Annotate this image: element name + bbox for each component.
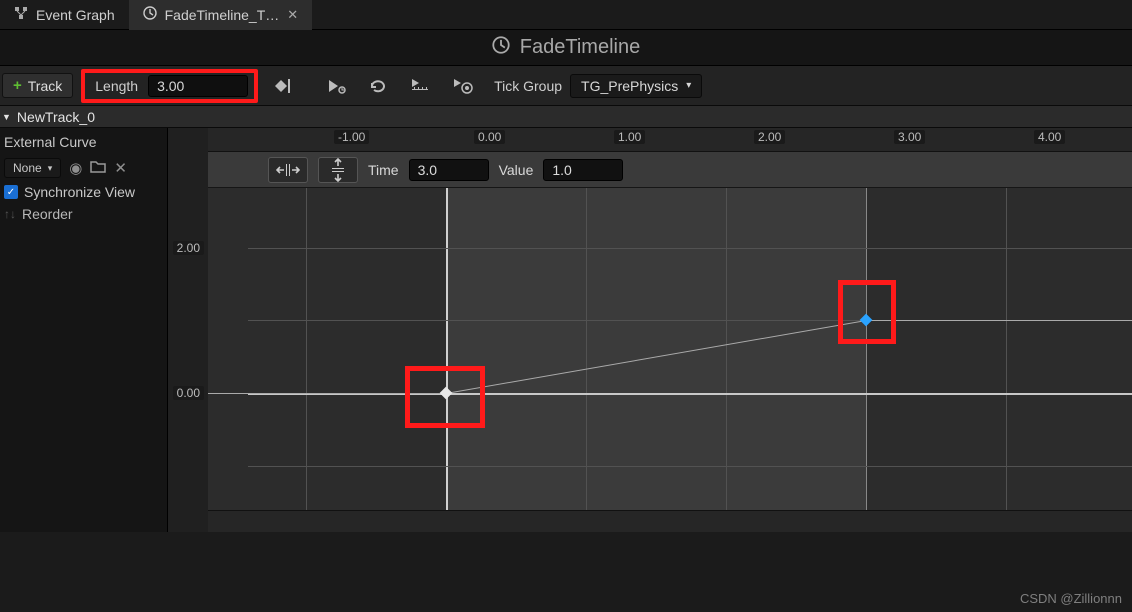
loop-button[interactable] <box>362 73 396 99</box>
tab-timeline[interactable]: FadeTimeline_T… ✕ <box>129 0 313 30</box>
value-input[interactable] <box>543 159 623 181</box>
fit-horizontal-button[interactable] <box>268 157 308 183</box>
track-header[interactable]: ▼ NewTrack_0 <box>0 106 1132 128</box>
watermark: CSDN @Zillionnn <box>1020 591 1122 606</box>
tab-bar: Event Graph FadeTimeline_T… ✕ <box>0 0 1132 30</box>
reorder-arrows-icon: ↑↓ <box>4 207 16 221</box>
close-icon[interactable]: ✕ <box>287 7 298 23</box>
value-label: Value <box>499 162 534 178</box>
toolbar: + Track Length Tick Group TG_PrePhysics … <box>0 66 1132 106</box>
length-input[interactable] <box>148 75 248 97</box>
y-tick: 2.00 <box>173 241 204 255</box>
sync-label: Synchronize View <box>24 184 135 200</box>
autoplay-button[interactable] <box>320 73 354 99</box>
add-track-button[interactable]: + Track <box>2 73 73 98</box>
ignore-time-dilation-button[interactable] <box>446 73 480 99</box>
main-area: External Curve None ▾ ◉ ✕ ✓ Synchronize … <box>0 128 1132 532</box>
curve-plot[interactable]: 2.00 0.00 <box>168 188 1132 532</box>
time-tick: 2.00 <box>754 130 785 144</box>
time-ruler[interactable]: -1.00 0.00 1.00 2.00 3.00 4.00 <box>208 128 1132 152</box>
external-curve-dropdown[interactable]: None ▾ <box>4 158 61 178</box>
synchronize-view-checkbox[interactable]: ✓ Synchronize View <box>4 184 163 200</box>
track-label: Track <box>28 78 62 94</box>
clock-icon <box>143 6 157 23</box>
external-curve-label: External Curve <box>4 132 163 152</box>
highlight-box <box>405 366 485 428</box>
chevron-down-icon: ▾ <box>48 163 53 174</box>
tick-group-label: Tick Group <box>494 78 562 94</box>
time-tick: 4.00 <box>1034 130 1065 144</box>
y-axis: 2.00 0.00 <box>168 188 208 532</box>
tab-label: Event Graph <box>36 7 115 23</box>
time-tick: 0.00 <box>474 130 505 144</box>
plot-footer-strip <box>208 510 1132 532</box>
length-group: Length <box>81 69 258 103</box>
use-icon[interactable]: ◉ <box>69 159 82 177</box>
reorder-label: Reorder <box>22 206 73 222</box>
track-name: NewTrack_0 <box>17 109 95 125</box>
tick-group-value: TG_PrePhysics <box>581 78 678 94</box>
chevron-down-icon: ▾ <box>686 80 691 91</box>
tab-label: FadeTimeline_T… <box>165 7 280 23</box>
time-label: Time <box>368 162 399 178</box>
curve-editor[interactable]: -1.00 0.00 1.00 2.00 3.00 4.00 Time Valu… <box>168 128 1132 532</box>
y-tick: 0.00 <box>173 386 204 400</box>
last-keyframe-button[interactable] <box>266 73 300 99</box>
title-bar: FadeTimeline <box>0 30 1132 66</box>
time-tick: 1.00 <box>614 130 645 144</box>
curve-extension <box>866 320 1132 321</box>
plus-icon: + <box>13 77 22 94</box>
curve-toolbar: Time Value <box>208 152 1132 188</box>
checkbox-icon: ✓ <box>4 185 18 199</box>
replicated-button[interactable] <box>404 73 438 99</box>
tab-event-graph[interactable]: Event Graph <box>0 0 129 30</box>
clock-icon <box>492 36 510 59</box>
time-tick: -1.00 <box>334 130 369 144</box>
browse-icon[interactable] <box>90 159 106 177</box>
tick-group-dropdown[interactable]: TG_PrePhysics ▾ <box>570 74 702 98</box>
dropdown-value: None <box>13 161 42 175</box>
fit-vertical-button[interactable] <box>318 157 358 183</box>
time-tick: 3.00 <box>894 130 925 144</box>
graph-icon <box>14 6 28 23</box>
length-label: Length <box>95 78 138 94</box>
close-icon[interactable]: ✕ <box>114 159 127 177</box>
time-input[interactable] <box>409 159 489 181</box>
collapse-icon[interactable]: ▼ <box>2 112 11 122</box>
track-sidebar: External Curve None ▾ ◉ ✕ ✓ Synchronize … <box>0 128 168 532</box>
highlight-box <box>838 280 896 344</box>
page-title: FadeTimeline <box>520 36 640 59</box>
reorder-control[interactable]: ↑↓ Reorder <box>4 206 163 222</box>
plot-grid <box>208 188 1132 532</box>
